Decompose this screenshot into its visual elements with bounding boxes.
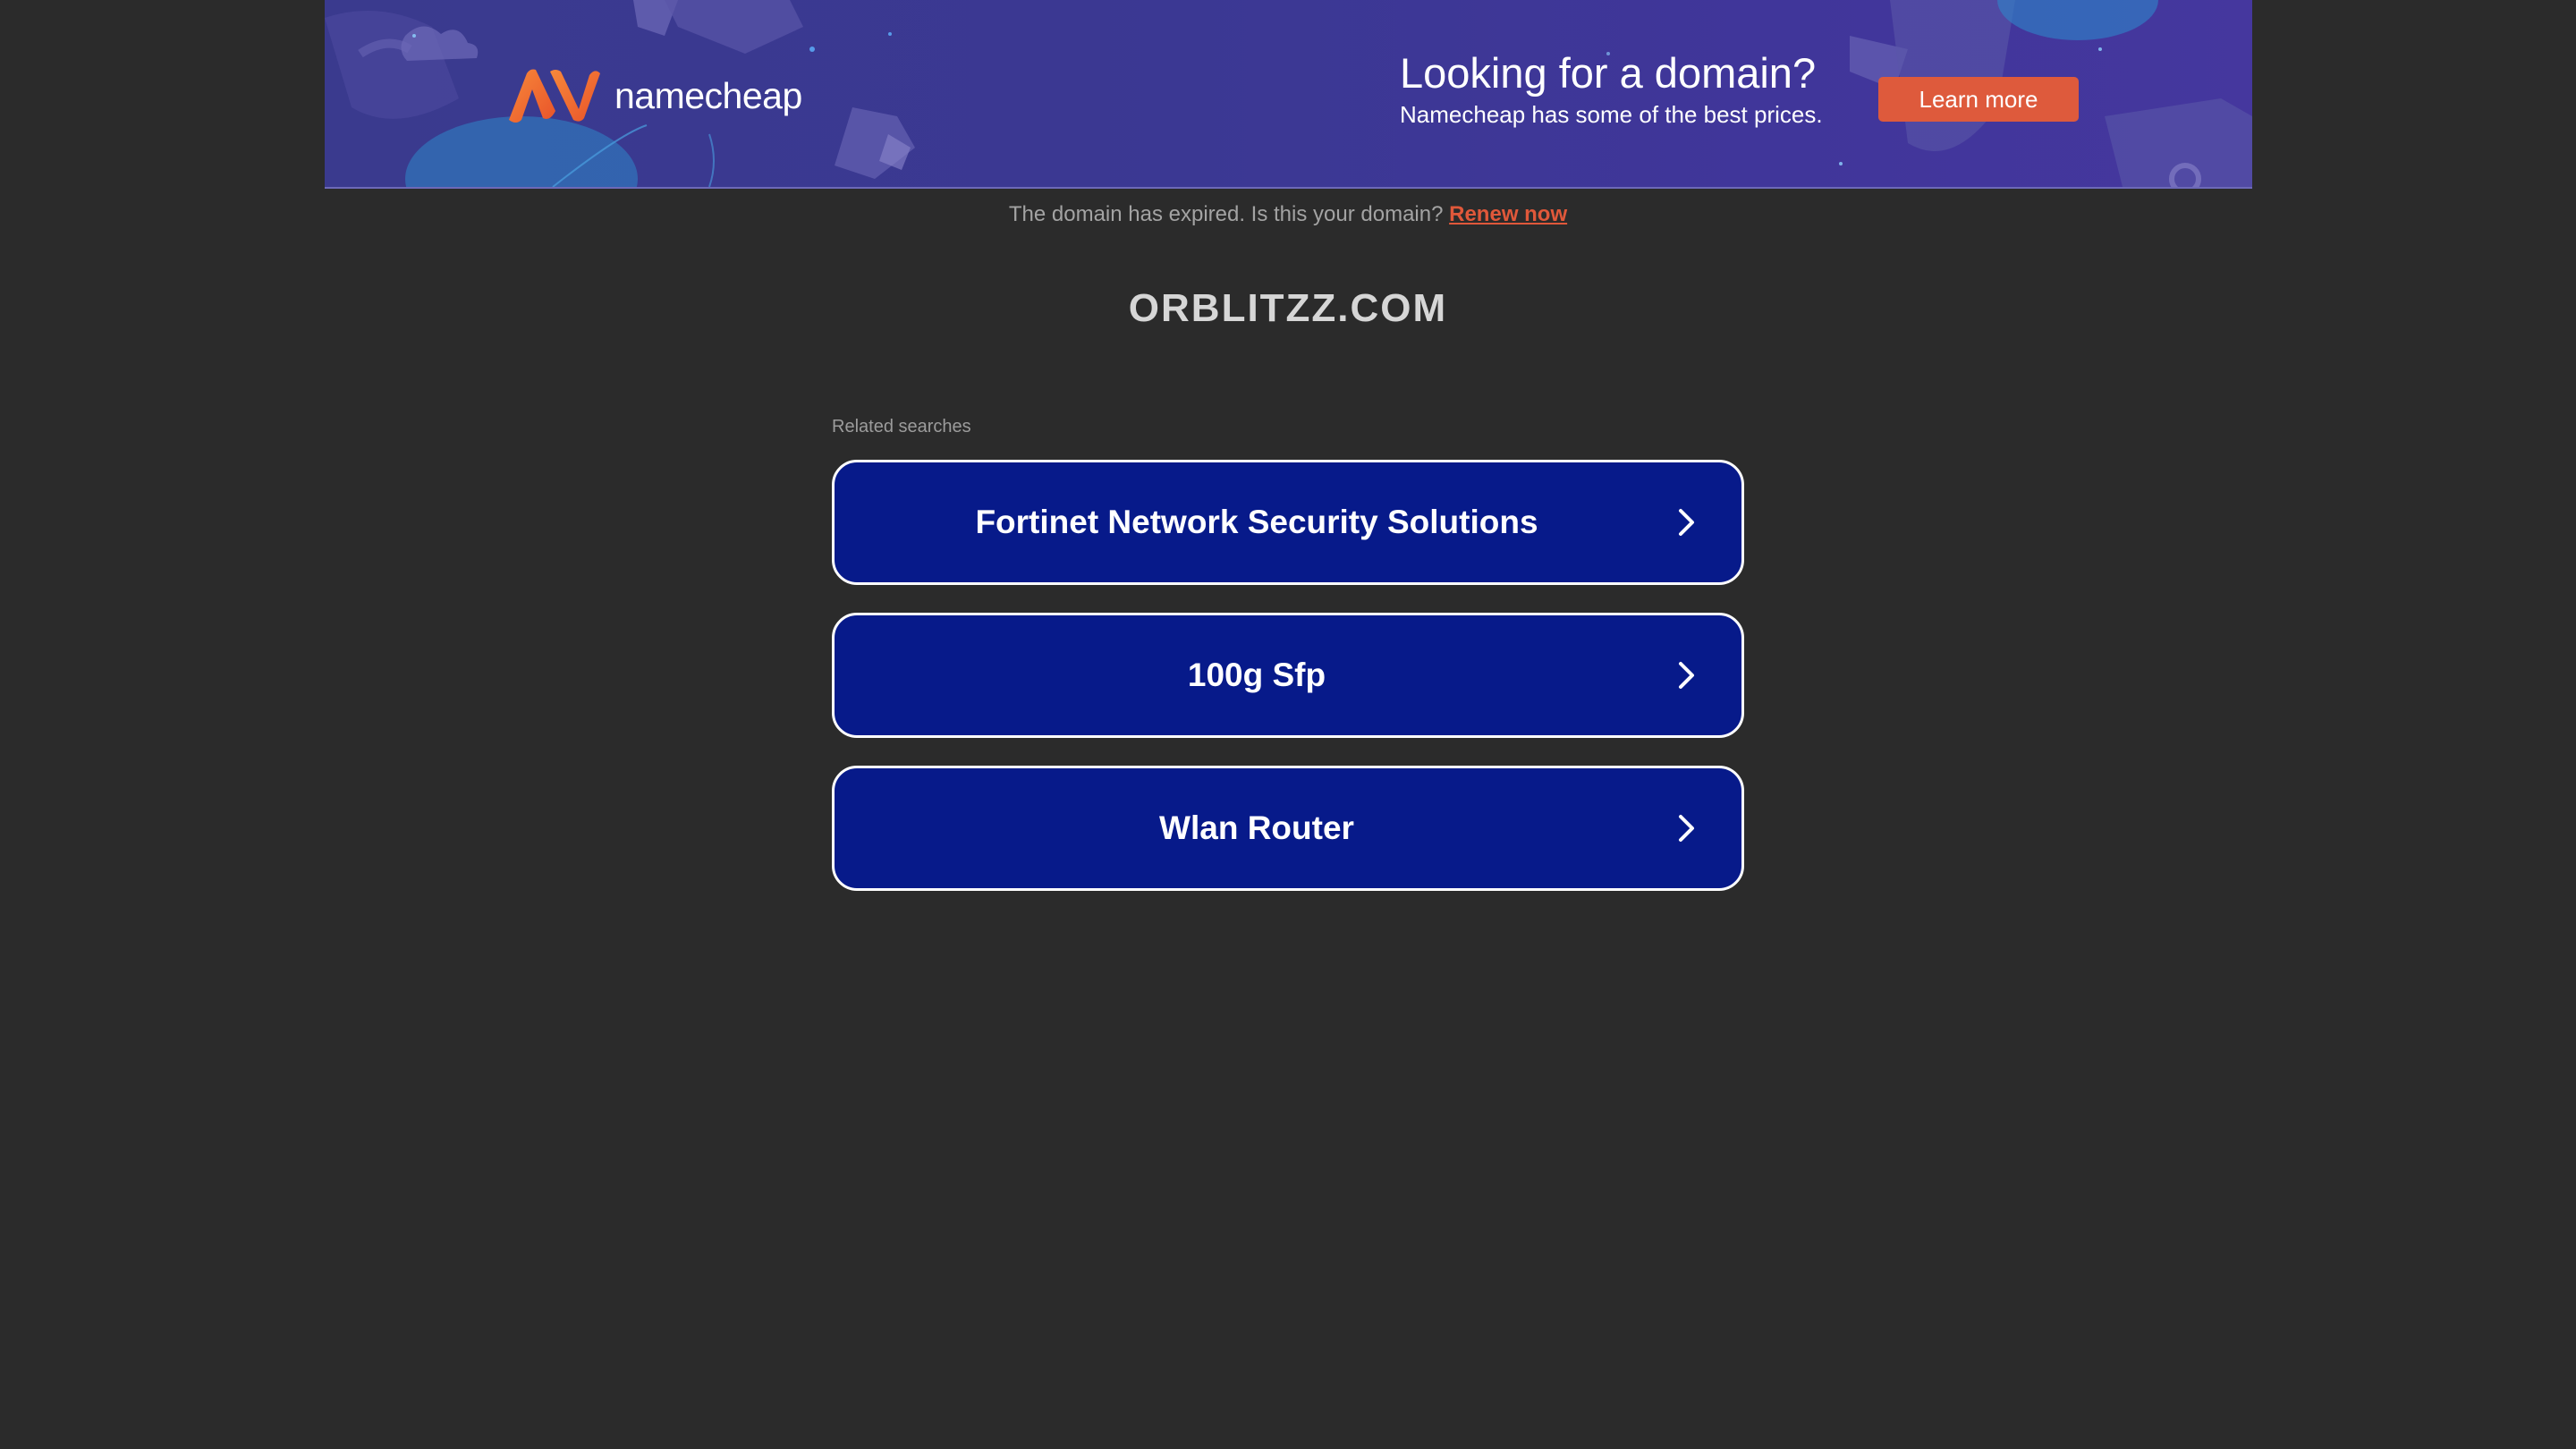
promo-headline: Looking for a domain?	[1400, 49, 1817, 97]
related-search-button[interactable]: Wlan Router	[832, 766, 1744, 891]
related-search-label: Fortinet Network Security Solutions	[975, 504, 1538, 540]
related-searches-list: Fortinet Network Security Solutions 100g…	[832, 460, 1744, 919]
namecheap-logo[interactable]: namecheap	[504, 64, 802, 127]
namecheap-banner[interactable]: namecheap Looking for a domain? Namechea…	[325, 0, 2252, 189]
chevron-right-icon	[1679, 662, 1694, 689]
related-search-button[interactable]: 100g Sfp	[832, 613, 1744, 738]
related-search-label: Wlan Router	[1159, 809, 1354, 846]
expired-notice-text: The domain has expired. Is this your dom…	[1008, 202, 1444, 226]
related-search-label: 100g Sfp	[1187, 657, 1326, 693]
page: namecheap Looking for a domain? Namechea…	[0, 0, 2576, 1449]
learn-more-button[interactable]: Learn more	[1878, 77, 2079, 122]
promo-text-block: Looking for a domain? Namecheap has some…	[1400, 47, 1823, 129]
promo-subline: Namecheap has some of the best prices.	[1400, 101, 1823, 128]
renew-now-link[interactable]: Renew now	[1449, 202, 1567, 226]
related-searches-label: Related searches	[832, 417, 971, 436]
namecheap-logo-icon	[509, 69, 600, 123]
domain-title: ORBLITZZ.COM	[1128, 286, 1448, 330]
chevron-right-icon	[1679, 509, 1694, 536]
logo-wordmark: namecheap	[614, 74, 802, 116]
chevron-right-icon	[1679, 815, 1694, 842]
related-search-button[interactable]: Fortinet Network Security Solutions	[832, 460, 1744, 585]
expired-notice: The domain has expired. Is this your dom…	[0, 200, 2576, 229]
